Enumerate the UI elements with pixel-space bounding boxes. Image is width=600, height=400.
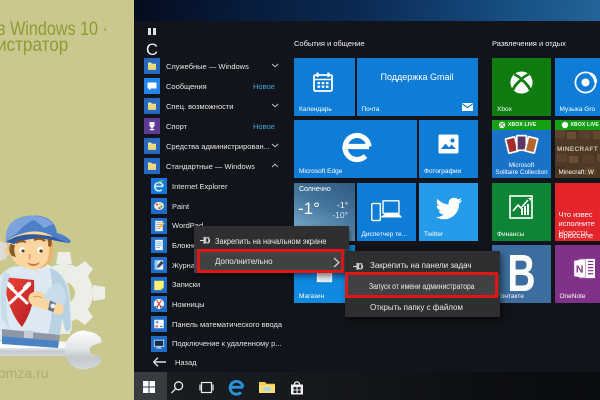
svg-text:MINECRAFT: MINECRAFT xyxy=(557,146,598,153)
svg-text:N: N xyxy=(575,263,583,275)
